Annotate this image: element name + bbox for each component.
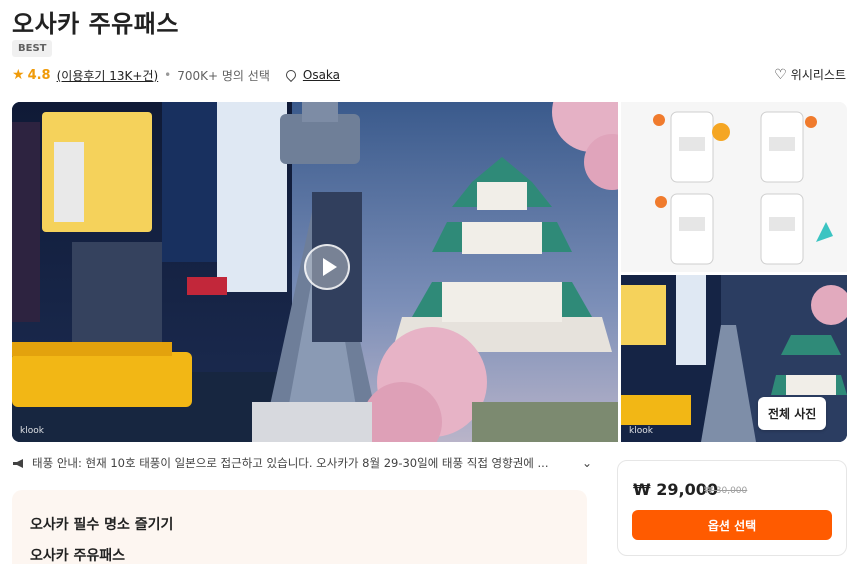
location-link[interactable]: Osaka	[303, 68, 340, 82]
highlights-heading: 오사카 필수 명소 즐기기	[30, 517, 174, 533]
original-price: ₩ 30,000	[704, 486, 748, 496]
location-pin-icon	[283, 67, 298, 83]
main-gallery-image[interactable]: klook	[12, 102, 618, 442]
booking-card: ₩ 29,000 ₩ 30,000 옵션 선택	[617, 460, 847, 556]
star-icon: ★	[12, 67, 25, 83]
rating-row: ★ 4.8 (이용후기 13K+건) • 700K+ 명의 선택 Osaka	[12, 66, 340, 84]
select-option-button[interactable]: 옵션 선택	[632, 510, 832, 540]
reviews-link[interactable]: (이용후기 13K+건)	[57, 67, 159, 84]
wishlist-button[interactable]: ♡ 위시리스트	[774, 66, 846, 83]
play-video-button[interactable]	[304, 244, 350, 290]
klook-watermark: klook	[20, 426, 44, 436]
best-badge: BEST	[12, 40, 53, 57]
typhoon-notice[interactable]: 태풍 안내: 현재 10호 태풍이 일본으로 접근하고 있습니다. 오사카가 8…	[12, 455, 592, 471]
booked-count: 700K+ 명의 선택	[177, 68, 270, 83]
product-subheading: 오사카 주유패스	[30, 548, 126, 564]
highlights-card: 오사카 필수 명소 즐기기 오사카 주유패스	[12, 490, 587, 564]
notice-text: 태풍 안내: 현재 10호 태풍이 일본으로 접근하고 있습니다. 오사카가 8…	[32, 456, 549, 470]
chevron-down-icon[interactable]: ⌄	[582, 456, 592, 470]
wishlist-label: 위시리스트	[790, 68, 846, 82]
gallery-thumbnail-pass-app[interactable]	[621, 102, 847, 272]
separator-dot: •	[164, 68, 172, 82]
rating-score: 4.8	[27, 67, 51, 83]
klook-watermark-thumb: klook	[629, 426, 653, 436]
page-title: 오사카 주유패스	[12, 10, 179, 38]
all-photos-button[interactable]: 전체 사진	[758, 397, 827, 430]
heart-icon: ♡	[774, 66, 787, 83]
pass-app-screens-image	[621, 102, 847, 272]
megaphone-icon	[13, 458, 23, 468]
